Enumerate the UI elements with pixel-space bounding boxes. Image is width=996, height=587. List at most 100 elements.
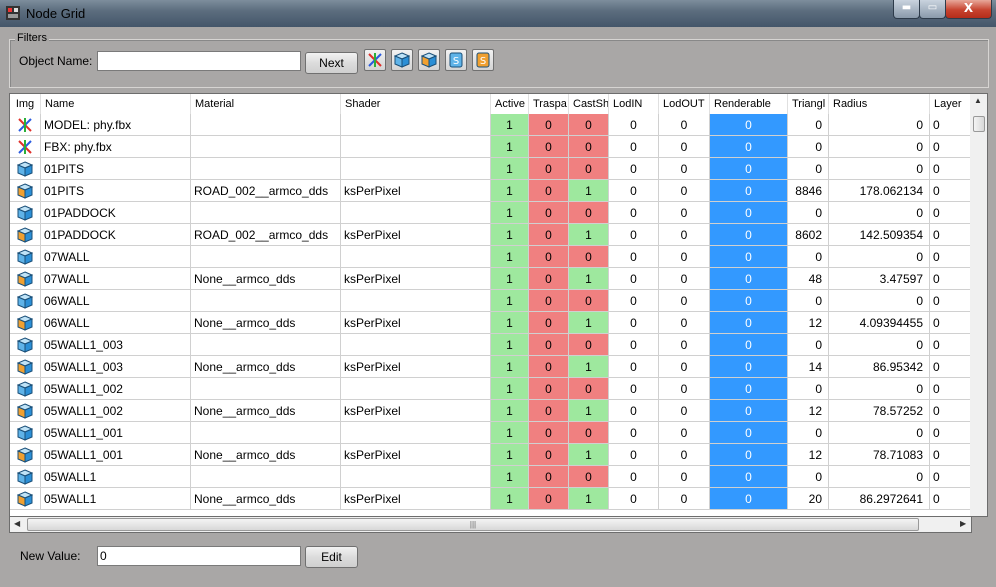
table-row[interactable]: 01PITS 1 0 0 0 0 0 0 0 0 <box>10 158 971 180</box>
table-row[interactable]: 01PADDOCK 1 0 0 0 0 0 0 0 0 <box>10 202 971 224</box>
scroll-left-icon[interactable]: ◀ <box>14 519 20 528</box>
column-header-cast[interactable]: CastSh <box>569 94 609 114</box>
column-header-name[interactable]: Name <box>41 94 191 114</box>
table-row[interactable]: 07WALL None__armco_dds ksPerPixel 1 0 1 0 0 0 48 3… <box>10 268 971 290</box>
minimize-button[interactable]: ▬ <box>893 0 920 19</box>
cell-lodin[interactable]: 0 <box>609 422 659 444</box>
cell-render[interactable]: 0 <box>710 356 788 378</box>
cell-layer[interactable]: 0 <box>930 224 971 246</box>
cell-img[interactable] <box>10 422 41 444</box>
cell-img[interactable] <box>10 466 41 488</box>
cell-material[interactable]: None__armco_dds <box>191 356 341 378</box>
filter-shader-orange-button[interactable]: S <box>472 49 494 71</box>
table-row[interactable]: 07WALL 1 0 0 0 0 0 0 0 0 <box>10 246 971 268</box>
cell-tri[interactable]: 0 <box>788 136 829 158</box>
cell-tri[interactable]: 0 <box>788 290 829 312</box>
cell-lodin[interactable]: 0 <box>609 158 659 180</box>
filter-axes-button[interactable] <box>364 49 386 71</box>
cell-transp[interactable]: 0 <box>529 312 569 334</box>
cell-img[interactable] <box>10 334 41 356</box>
cell-transp[interactable]: 0 <box>529 488 569 510</box>
next-button[interactable]: Next <box>305 52 358 74</box>
column-header-layer[interactable]: Layer <box>930 94 971 114</box>
cell-name[interactable]: 05WALL1_002 <box>41 378 191 400</box>
cell-cast[interactable]: 1 <box>569 356 609 378</box>
cell-transp[interactable]: 0 <box>529 268 569 290</box>
cell-cast[interactable]: 1 <box>569 400 609 422</box>
cell-active[interactable]: 1 <box>491 356 529 378</box>
filter-shader-button[interactable]: S <box>445 49 467 71</box>
cell-layer[interactable]: 0 <box>930 268 971 290</box>
cell-tri[interactable]: 0 <box>788 466 829 488</box>
table-row[interactable]: 06WALL 1 0 0 0 0 0 0 0 0 <box>10 290 971 312</box>
cell-cast[interactable]: 0 <box>569 136 609 158</box>
cell-transp[interactable]: 0 <box>529 444 569 466</box>
table-row[interactable]: 05WALL1_002 1 0 0 0 0 0 0 0 0 <box>10 378 971 400</box>
cell-name[interactable]: 01PADDOCK <box>41 202 191 224</box>
cell-lodin[interactable]: 0 <box>609 180 659 202</box>
cell-cast[interactable]: 0 <box>569 202 609 224</box>
cell-lodin[interactable]: 0 <box>609 356 659 378</box>
cell-lodout[interactable]: 0 <box>659 378 710 400</box>
cell-shader[interactable]: ksPerPixel <box>341 356 491 378</box>
cell-lodout[interactable]: 0 <box>659 290 710 312</box>
cell-transp[interactable]: 0 <box>529 246 569 268</box>
cell-radius[interactable]: 0 <box>829 246 930 268</box>
cell-render[interactable]: 0 <box>710 180 788 202</box>
cell-radius[interactable]: 0 <box>829 202 930 224</box>
cell-cast[interactable]: 0 <box>569 378 609 400</box>
cell-lodout[interactable]: 0 <box>659 224 710 246</box>
filter-cube-button[interactable] <box>391 49 413 71</box>
cell-shader[interactable] <box>341 246 491 268</box>
cell-img[interactable] <box>10 224 41 246</box>
cell-lodin[interactable]: 0 <box>609 334 659 356</box>
cell-img[interactable] <box>10 158 41 180</box>
cell-radius[interactable]: 3.47597 <box>829 268 930 290</box>
cell-name[interactable]: 05WALL1_003 <box>41 356 191 378</box>
cell-material[interactable] <box>191 378 341 400</box>
table-row[interactable]: 05WALL1 None__armco_dds ksPerPixel 1 0 1 0 0 0 20… <box>10 488 971 510</box>
cell-material[interactable]: None__armco_dds <box>191 312 341 334</box>
cell-shader[interactable] <box>341 422 491 444</box>
cell-shader[interactable] <box>341 466 491 488</box>
cell-cast[interactable]: 1 <box>569 312 609 334</box>
cell-name[interactable]: 05WALL1 <box>41 488 191 510</box>
cell-layer[interactable]: 0 <box>930 312 971 334</box>
table-row[interactable]: 01PADDOCK ROAD_002__armco_dds ksPerPixel 1 0… <box>10 224 971 246</box>
cell-cast[interactable]: 0 <box>569 422 609 444</box>
cell-shader[interactable]: ksPerPixel <box>341 180 491 202</box>
edit-button[interactable]: Edit <box>305 546 358 568</box>
cell-img[interactable] <box>10 268 41 290</box>
cell-active[interactable]: 1 <box>491 158 529 180</box>
cell-cast[interactable]: 0 <box>569 466 609 488</box>
cell-cast[interactable]: 0 <box>569 246 609 268</box>
cell-name[interactable]: FBX: phy.fbx <box>41 136 191 158</box>
cell-layer[interactable]: 0 <box>930 422 971 444</box>
column-header-lodin[interactable]: LodIN <box>609 94 659 114</box>
vertical-scroll-thumb[interactable] <box>973 116 985 132</box>
cell-cast[interactable]: 1 <box>569 180 609 202</box>
cell-lodin[interactable]: 0 <box>609 400 659 422</box>
cell-active[interactable]: 1 <box>491 202 529 224</box>
column-header-material[interactable]: Material <box>191 94 341 114</box>
cell-active[interactable]: 1 <box>491 444 529 466</box>
cell-cast[interactable]: 1 <box>569 444 609 466</box>
cell-tri[interactable]: 0 <box>788 158 829 180</box>
cell-layer[interactable]: 0 <box>930 466 971 488</box>
cell-radius[interactable]: 0 <box>829 466 930 488</box>
cell-cast[interactable]: 1 <box>569 268 609 290</box>
cell-shader[interactable]: ksPerPixel <box>341 312 491 334</box>
cell-lodin[interactable]: 0 <box>609 224 659 246</box>
cell-img[interactable] <box>10 202 41 224</box>
cell-active[interactable]: 1 <box>491 422 529 444</box>
cell-tri[interactable]: 8602 <box>788 224 829 246</box>
cell-radius[interactable]: 0 <box>829 136 930 158</box>
cell-lodout[interactable]: 0 <box>659 246 710 268</box>
cell-render[interactable]: 0 <box>710 378 788 400</box>
cell-name[interactable]: 05WALL1_001 <box>41 422 191 444</box>
cell-active[interactable]: 1 <box>491 246 529 268</box>
cell-name[interactable]: 01PITS <box>41 158 191 180</box>
cell-tri[interactable]: 14 <box>788 356 829 378</box>
cell-layer[interactable]: 0 <box>930 180 971 202</box>
filter-cube-orange-button[interactable] <box>418 49 440 71</box>
